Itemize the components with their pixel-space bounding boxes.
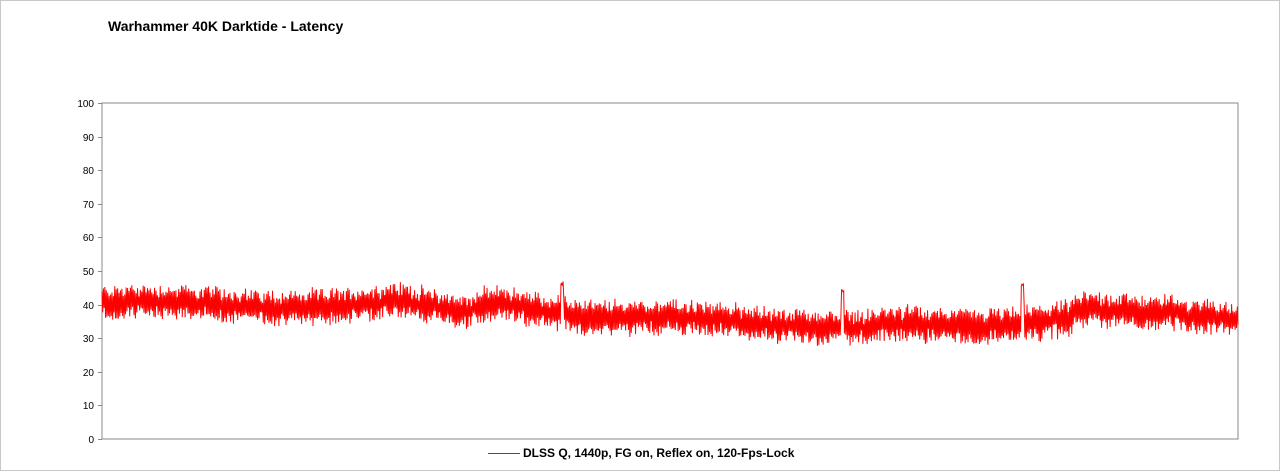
y-tick-label: 10 xyxy=(83,401,95,412)
y-tick-label: 40 xyxy=(83,301,95,312)
y-tick-label: 70 xyxy=(83,200,95,211)
y-tick-label: 0 xyxy=(88,435,94,446)
chart-plot: 0 10 20 30 40 50 60 70 80 90 100 xyxy=(77,99,1239,446)
legend: DLSS Q, 1440p, FG on, Reflex on, 120-Fps… xyxy=(488,445,794,461)
series-layer xyxy=(101,281,1239,346)
series-line xyxy=(101,281,1239,346)
y-tick-label: 80 xyxy=(83,166,95,177)
y-tick-label: 90 xyxy=(83,133,95,144)
y-tick-label: 50 xyxy=(83,267,95,278)
y-tick-label: 30 xyxy=(83,334,95,345)
legend-label: DLSS Q, 1440p, FG on, Reflex on, 120-Fps… xyxy=(523,446,795,460)
y-tick-label: 20 xyxy=(83,368,95,379)
chart-axes: 0 10 20 30 40 50 60 70 80 90 100 xyxy=(77,99,1239,446)
y-tick-label: 100 xyxy=(77,99,94,110)
legend-swatch xyxy=(488,452,520,454)
y-tick-label: 60 xyxy=(83,233,95,244)
plot-area xyxy=(101,102,1239,440)
